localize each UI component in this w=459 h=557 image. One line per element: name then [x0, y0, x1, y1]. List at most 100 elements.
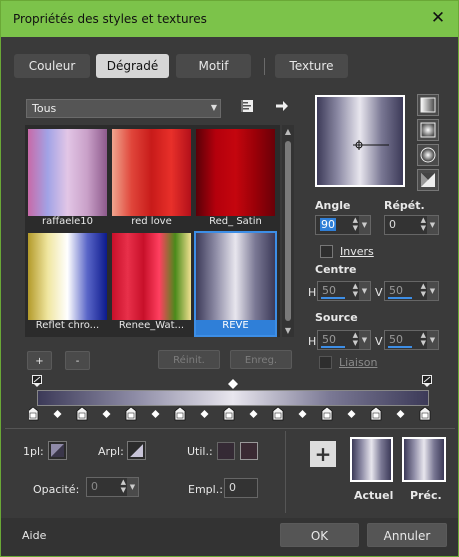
color-midpoint-diamond[interactable] — [347, 410, 356, 418]
background-swatch[interactable] — [127, 441, 146, 460]
gradient-swatch-selected[interactable]: REVE — [194, 231, 277, 337]
rectangular-style-icon[interactable] — [417, 119, 439, 141]
linear-style-icon[interactable] — [417, 94, 439, 116]
color-stop-swatch — [29, 412, 37, 419]
recent-color-swatch[interactable] — [217, 442, 235, 460]
color-stop-swatch — [225, 412, 233, 419]
tab-texture[interactable]: Texture — [275, 54, 348, 78]
chevron-down-icon[interactable]: ▼ — [127, 478, 138, 496]
color-midpoint-diamond[interactable] — [102, 410, 111, 418]
gradient-label: red love — [131, 216, 172, 227]
source-h-spinner[interactable]: 50 ▲ ▼ ▼ — [317, 330, 371, 350]
chevron-down-icon[interactable]: ▼ — [359, 331, 370, 349]
tab-motif[interactable]: Motif — [176, 54, 251, 78]
chevron-down-icon[interactable]: ▼ — [427, 282, 438, 300]
repeat-spinner[interactable]: 0 ▲ ▼ ▼ — [384, 215, 439, 235]
repeat-label: Répét. — [384, 199, 425, 212]
angle-label: Angle — [315, 199, 351, 212]
ok-button[interactable]: OK — [280, 523, 359, 547]
gradient-swatch[interactable]: Red_ Satin — [196, 129, 275, 231]
current-swatch[interactable] — [350, 437, 393, 482]
chevron-down-icon[interactable]: ▼ — [359, 282, 370, 300]
help-link[interactable]: Aide — [22, 529, 46, 542]
preview-swatch — [317, 97, 403, 185]
location-value: 0 — [229, 481, 236, 494]
center-h-track — [321, 297, 345, 299]
gradient-swatch[interactable]: raffaele10 — [28, 129, 107, 231]
opacity-stop-marker[interactable] — [32, 375, 42, 387]
updown-icon: ▲ ▼ — [420, 331, 426, 347]
gradient-list-scrollbar[interactable]: ▲ ▼ — [282, 125, 294, 337]
category-value: Tous — [32, 102, 57, 115]
color-midpoint-diamond[interactable] — [151, 410, 160, 418]
close-icon[interactable]: ✕ — [426, 7, 450, 29]
center-v-spinner[interactable]: 50 ▲ ▼ ▼ — [384, 281, 439, 301]
reset-button[interactable]: Réinit. — [158, 350, 220, 369]
category-select[interactable]: Tous ▼ — [26, 99, 221, 118]
gradient-label: Reflet chro... — [35, 320, 100, 331]
source-label: Source — [315, 311, 358, 324]
save-button[interactable]: Enreg. — [230, 350, 292, 369]
radial-style-icon[interactable] — [417, 144, 439, 166]
location-input[interactable]: 0 — [224, 478, 258, 498]
color-midpoint-diamond[interactable] — [298, 410, 307, 418]
repeat-value: 0 — [389, 218, 396, 231]
source-v-spinner[interactable]: 50 ▲ ▼ ▼ — [384, 330, 439, 350]
angle-handle-icon[interactable] — [317, 97, 403, 185]
previous-swatch-fill — [404, 439, 444, 480]
invert-label: Invers — [340, 245, 374, 258]
scroll-up-icon[interactable]: ▲ — [282, 127, 294, 136]
color-midpoint-diamond[interactable] — [396, 410, 405, 418]
updown-icon: ▲ ▼ — [420, 216, 426, 232]
remove-gradient-button[interactable]: - — [65, 351, 90, 370]
gradient-swatch[interactable]: Renee_Wat... — [112, 233, 191, 335]
chevron-down-icon[interactable]: ▼ — [427, 216, 438, 234]
current-label: Actuel — [354, 489, 394, 502]
updown-icon: ▲ ▼ — [352, 282, 358, 298]
gradient-swatch[interactable]: red love — [112, 129, 191, 231]
color-stop-swatch — [176, 412, 184, 419]
recent-color-swatch[interactable] — [240, 442, 258, 460]
gradient-label: raffaele10 — [41, 216, 94, 227]
invert-checkbox[interactable] — [320, 245, 333, 258]
foreground-swatch[interactable] — [48, 441, 67, 460]
source-v-track — [388, 346, 412, 348]
angle-spinner[interactable]: 90 ▲ ▼ ▼ — [315, 215, 371, 235]
scroll-down-icon[interactable]: ▼ — [282, 326, 294, 335]
sunburst-style-icon[interactable] — [417, 169, 439, 191]
add-to-swatches-button[interactable]: + — [310, 441, 336, 467]
gradient-swatch[interactable]: Reflet chro... — [28, 233, 107, 335]
opacity-spinner[interactable]: 0 ▲ ▼ ▼ — [86, 477, 139, 497]
chevron-down-icon[interactable]: ▼ — [359, 216, 370, 234]
tab-degrade[interactable]: Dégradé — [96, 54, 169, 78]
chevron-down-icon[interactable]: ▼ — [427, 331, 438, 349]
arrow-right-icon[interactable] — [274, 98, 290, 114]
center-v-track — [388, 297, 412, 299]
color-midpoint-diamond[interactable] — [53, 410, 62, 418]
opacity-stop-marker[interactable] — [422, 375, 432, 387]
color-stops-row[interactable] — [29, 406, 441, 422]
gradient-label: Renee_Wat... — [118, 320, 185, 331]
gradient-preview — [28, 233, 107, 320]
gradient-editor-bar[interactable] — [37, 390, 429, 406]
center-h-spinner[interactable]: 50 ▲ ▼ ▼ — [317, 281, 371, 301]
scrollbar-thumb[interactable] — [285, 141, 291, 321]
center-h-label: H — [308, 286, 317, 299]
color-stop-swatch — [323, 412, 331, 419]
opacity-midpoint-diamond[interactable] — [228, 379, 238, 389]
gradient-preview — [112, 129, 191, 216]
link-checkbox[interactable] — [319, 356, 332, 369]
gradient-preview-large[interactable] — [315, 95, 405, 187]
color-midpoint-diamond[interactable] — [200, 410, 209, 418]
tab-couleur[interactable]: Couleur — [14, 54, 90, 78]
center-v-value: 50 — [389, 284, 403, 297]
divider — [5, 428, 455, 429]
source-v-label: V — [375, 335, 383, 348]
add-gradient-button[interactable]: + — [27, 351, 52, 370]
previous-label: Préc. — [410, 489, 442, 502]
cancel-button[interactable]: Annuler — [367, 523, 447, 547]
previous-swatch[interactable] — [402, 437, 446, 482]
updown-icon: ▲ ▼ — [120, 478, 126, 494]
library-icon[interactable] — [239, 98, 255, 114]
color-midpoint-diamond[interactable] — [249, 410, 258, 418]
